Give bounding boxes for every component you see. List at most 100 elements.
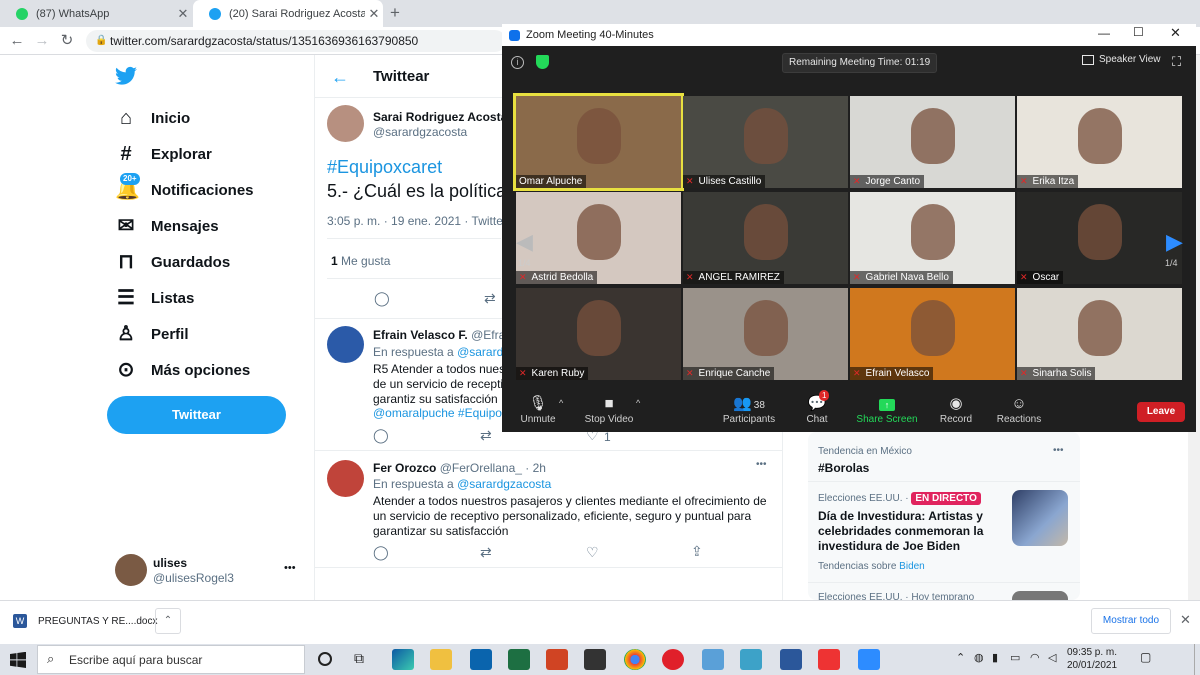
edge-icon[interactable] (392, 649, 414, 670)
reply-icon[interactable]: ◯ (373, 427, 389, 444)
tweet-author[interactable]: Sarai Rodriguez Acosta (373, 110, 507, 124)
participant-tile[interactable]: ✕ ANGEL RAMIREZ (683, 192, 848, 284)
participants-button[interactable]: 👥 38 Participants (717, 394, 781, 425)
back-icon[interactable]: ← (6, 30, 28, 52)
record-button[interactable]: ◉ Record (924, 394, 988, 425)
zoom-app-icon[interactable] (858, 649, 880, 670)
wifi-icon[interactable]: ◠ (1030, 651, 1040, 664)
file-explorer-icon[interactable] (430, 649, 452, 670)
forward-icon[interactable]: → (31, 30, 53, 52)
mention-link[interactable]: @sarardgzacosta (457, 477, 551, 491)
close-tab-icon[interactable]: ✕ (365, 6, 383, 22)
tray-chevron-icon[interactable]: ⌃ (956, 651, 965, 664)
app-icon[interactable] (740, 649, 762, 670)
video-options-caret[interactable]: ^ (636, 398, 640, 408)
previous-page-icon[interactable]: ◀ (516, 229, 533, 255)
reload-icon[interactable]: ↻ (56, 30, 78, 52)
download-options-caret[interactable]: ⌃ (155, 608, 181, 634)
participant-tile[interactable]: ✕ Erika Itza (1017, 96, 1182, 188)
reply-handle[interactable]: @FerOrellana_ (440, 461, 522, 475)
chat-button[interactable]: 💬 1 Chat (785, 390, 849, 425)
avatar[interactable] (327, 326, 364, 363)
retweet-icon[interactable]: ⇄ (480, 427, 492, 444)
close-download-bar-icon[interactable]: ✕ (1180, 612, 1191, 628)
nav-notificaciones[interactable]: 🔔 20+ Notificaciones (115, 173, 254, 205)
show-all-button[interactable]: Mostrar todo (1091, 608, 1171, 634)
fullscreen-icon[interactable]: ⛶ (1172, 54, 1181, 70)
tab-twitter[interactable]: (20) Sarai Rodriguez Acosta en Tw ✕ (193, 0, 383, 27)
download-filename[interactable]: PREGUNTAS Y RE....docx (38, 616, 157, 627)
participant-tile[interactable]: ✕ Oscar (1017, 192, 1182, 284)
stop-video-button[interactable]: ■ Stop Video (577, 394, 641, 425)
nav-mensajes[interactable]: ✉ Mensajes (115, 211, 219, 241)
retweet-icon[interactable]: ⇄ (480, 544, 492, 561)
hashtag-link[interactable]: #Equipoxcaret (327, 157, 442, 178)
nav-explorar[interactable]: # Explorar (115, 139, 211, 169)
tray-app-icon[interactable]: ◍ (974, 651, 984, 664)
more-icon[interactable]: ••• (756, 459, 767, 470)
participant-tile[interactable]: ✕ Ulises Castillo (683, 96, 848, 188)
participant-tile[interactable]: ✕ Sinarha Solis (1017, 288, 1182, 380)
twitter-logo-icon[interactable] (114, 64, 138, 88)
opera-icon[interactable] (662, 649, 684, 670)
participant-tile[interactable]: ✕ Gabriel Nava Bello (850, 192, 1015, 284)
reply-mentions[interactable]: @omaralpuche #EquipoX (373, 406, 510, 420)
tweet-button[interactable]: Twittear (107, 396, 286, 434)
nav-mas-opciones[interactable]: ⊙ Más opciones (115, 355, 251, 385)
next-page-icon[interactable]: ▶ (1166, 229, 1183, 255)
tweet-handle[interactable]: @sarardgzacosta (373, 125, 467, 139)
reply-icon[interactable]: ◯ (373, 544, 389, 561)
cortana-icon[interactable] (318, 652, 332, 666)
back-arrow-icon[interactable]: ← (331, 67, 349, 88)
retweet-icon[interactable]: ⇄ (484, 290, 496, 307)
reactions-button[interactable]: ☺ Reactions (987, 394, 1051, 425)
close-window-icon[interactable]: ✕ (1170, 25, 1181, 41)
reply-author[interactable]: Fer Orozco (373, 461, 436, 475)
anydesk-icon[interactable] (818, 649, 840, 670)
trending-topic[interactable]: Biden (899, 561, 925, 572)
new-tab-button[interactable]: + (390, 3, 400, 23)
participant-tile[interactable]: ✕ Jorge Canto (850, 96, 1015, 188)
windows-start-icon[interactable] (10, 651, 26, 668)
leave-button[interactable]: Leave (1137, 402, 1185, 422)
avatar[interactable] (327, 460, 364, 497)
reply-time[interactable]: · 2h (525, 461, 546, 475)
speaker-view-button[interactable]: Speaker View (1082, 54, 1161, 65)
url-bar[interactable]: 🔒 twitter.com/sarardgzacosta/status/1351… (86, 30, 506, 52)
participant-tile[interactable]: ✕ Karen Ruby (516, 288, 681, 380)
powerpoint-icon[interactable] (546, 649, 568, 670)
app-icon[interactable] (702, 649, 724, 670)
notifications-icon[interactable]: ▢ (1140, 650, 1151, 664)
info-icon[interactable]: i (511, 56, 524, 69)
store-icon[interactable] (584, 649, 606, 670)
participant-tile[interactable]: ✕ Efrain Velasco (850, 288, 1015, 380)
task-view-icon[interactable]: ⧉ (354, 650, 364, 667)
mail-app-icon[interactable] (470, 649, 492, 670)
likes-stat[interactable]: 1 Me gusta (331, 254, 390, 268)
news-thumbnail[interactable] (1012, 490, 1068, 546)
audio-options-caret[interactable]: ^ (559, 398, 563, 408)
show-desktop-button[interactable] (1194, 644, 1200, 675)
news-headline[interactable]: Día de Investidura: Artistas y celebrida… (818, 509, 983, 554)
participant-tile[interactable]: Omar Alpuche (513, 93, 684, 191)
excel-icon[interactable] (508, 649, 530, 670)
taskbar-search[interactable]: ⌕ Escribe aquí para buscar (37, 645, 305, 674)
avatar[interactable] (327, 105, 364, 142)
nav-guardados[interactable]: ⊓ Guardados (115, 247, 230, 277)
like-icon[interactable]: ♡ (586, 544, 599, 561)
shield-icon[interactable] (536, 55, 549, 69)
close-tab-icon[interactable]: ✕ (174, 6, 192, 22)
more-icon[interactable]: ••• (284, 562, 296, 574)
word-icon[interactable] (780, 649, 802, 670)
microphone-icon[interactable]: ▮ (992, 651, 998, 664)
maximize-icon[interactable]: ☐ (1133, 25, 1144, 39)
nav-perfil[interactable]: ♙ Perfil (115, 319, 188, 349)
nav-listas[interactable]: ☰ Listas (115, 283, 194, 313)
more-icon[interactable]: ••• (1053, 445, 1064, 456)
share-screen-button[interactable]: ↑ Share Screen (855, 394, 919, 425)
volume-icon[interactable]: ◁ (1048, 651, 1056, 664)
chrome-icon[interactable] (624, 649, 646, 670)
news-thumbnail[interactable] (1012, 591, 1068, 600)
clock[interactable]: 09:35 p. m. 20/01/2021 (1066, 646, 1118, 672)
reply-icon[interactable]: ◯ (374, 290, 390, 307)
